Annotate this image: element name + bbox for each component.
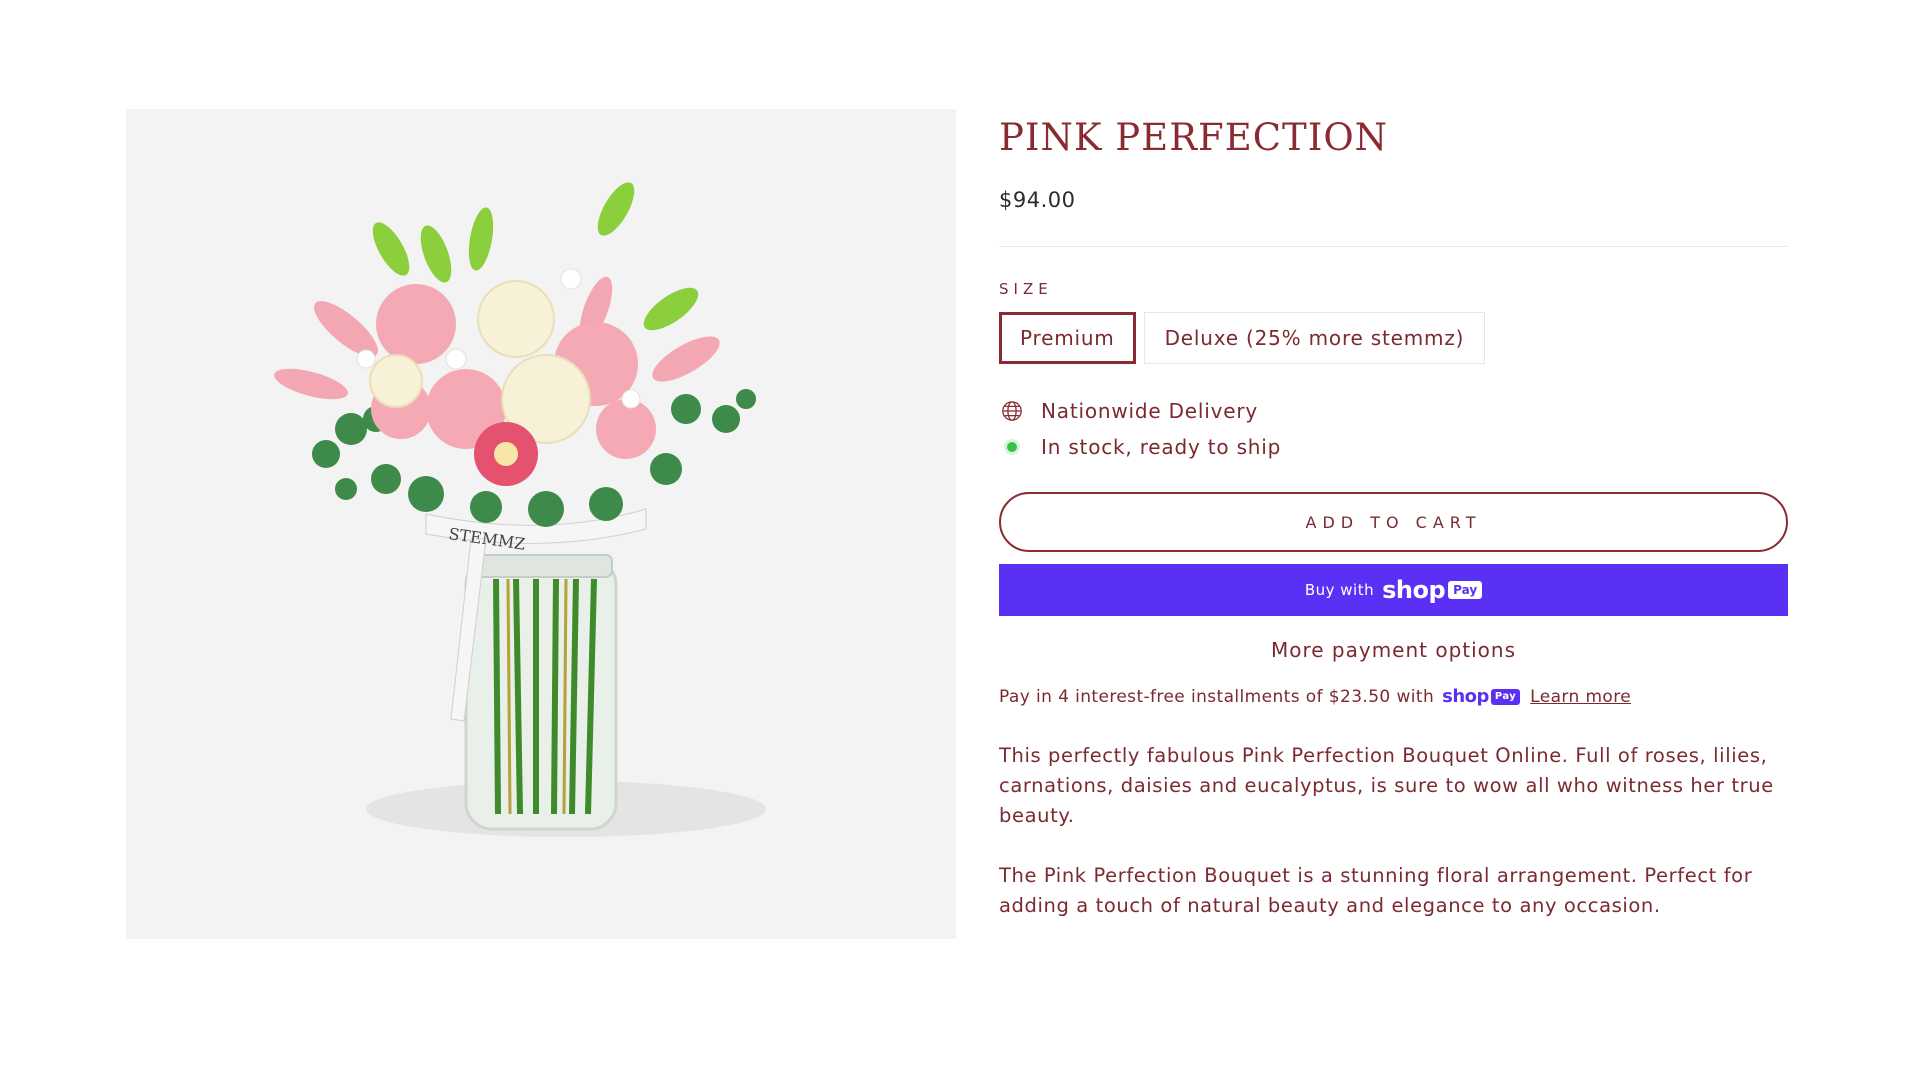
in-stock-dot-icon [999,434,1025,460]
shop-pay-button[interactable]: Buy with shop Pay [999,564,1788,617]
product-title: PINK PERFECTION [999,116,1389,159]
installments-shop-logo: shop [1442,686,1489,708]
more-payment-options-link[interactable]: More payment options [999,638,1788,662]
description-paragraph-2: The Pink Perfection Bouquet is a stunnin… [999,864,1753,918]
globe-icon [999,398,1025,424]
description-paragraph-1: This perfectly fabulous Pink Perfection … [999,744,1774,828]
shop-pay-prefix: Buy with [1304,581,1375,600]
stock-row: In stock, ready to ship [999,434,1788,460]
size-option-premium[interactable]: Premium [999,312,1136,365]
add-to-cart-button[interactable]: ADD TO CART [999,492,1788,553]
size-options: Premium Deluxe (25% more stemmz) [999,312,1788,365]
product-info: PINK PERFECTION $94.00 SIZE Premium Delu… [999,109,1788,921]
installments-note: Pay in 4 interest-free installments of $… [999,686,1788,707]
size-option-deluxe[interactable]: Deluxe (25% more stemmz) [1143,312,1486,365]
delivery-row: Nationwide Delivery [999,398,1788,424]
shop-pay-badge: Pay [1448,581,1483,600]
size-label: SIZE [999,280,1053,299]
bouquet-illustration: STEMMZ [274,182,766,837]
learn-more-link[interactable]: Learn more [1530,687,1631,707]
stock-text: In stock, ready to ship [1041,435,1282,460]
delivery-text: Nationwide Delivery [1041,399,1259,424]
product-price: $94.00 [999,188,1076,213]
product-image[interactable]: STEMMZ [126,109,956,939]
shop-pay-logo: shop [1382,576,1446,605]
divider [999,246,1788,248]
installments-pay-badge: Pay [1490,688,1521,705]
installments-text: Pay in 4 interest-free installments of $… [999,686,1435,707]
